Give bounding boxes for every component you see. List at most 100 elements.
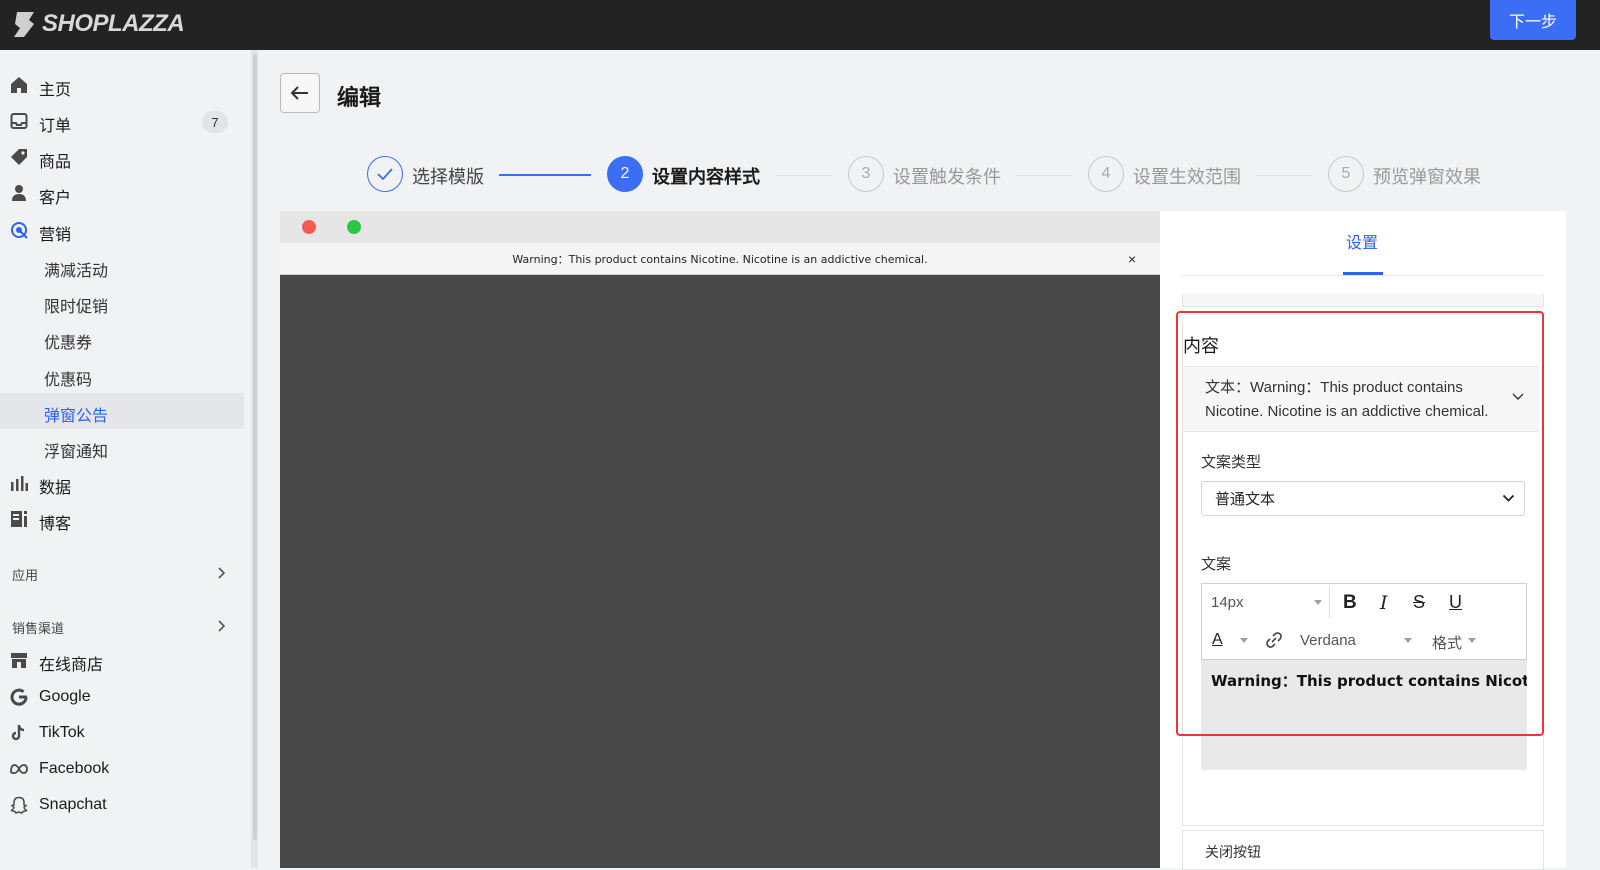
sidebar-channel-google[interactable]: Google	[0, 679, 244, 715]
section-sales-channels[interactable]: 销售渠道	[12, 618, 64, 637]
format-select[interactable]: 格式	[1432, 632, 1462, 653]
sidebar-sub-item-popup[interactable]: 弹窗公告	[0, 393, 244, 429]
italic-button[interactable]: I	[1380, 592, 1388, 614]
sidebar-item-label: 主页	[39, 82, 72, 99]
close-button-section-label[interactable]: 关闭按钮	[1205, 842, 1261, 862]
step-4-label[interactable]: 设置生效范围	[1133, 163, 1241, 189]
snapchat-icon	[10, 796, 28, 814]
sidebar-sub-item[interactable]: 优惠码	[0, 357, 244, 393]
sidebar-item-label: 商品	[39, 154, 72, 171]
sidebar-sub-item[interactable]: 满减活动	[0, 248, 244, 284]
editor-content-text[interactable]: Warning：This product contains Nicotine. …	[1211, 670, 1527, 691]
step-5-circle[interactable]: 5	[1328, 156, 1364, 192]
page-title: 编辑	[337, 85, 382, 110]
preview-announcement-banner: Warning：This product contains Nicotine. …	[280, 243, 1160, 275]
copy-label: 文案	[1201, 556, 1232, 573]
orders-count-badge: 7	[202, 111, 228, 133]
underline-button[interactable]: U	[1449, 592, 1462, 613]
editor-content-area[interactable]: Warning：This product contains Nicotine. …	[1201, 659, 1527, 770]
strikethrough-button[interactable]: S	[1413, 592, 1425, 613]
window-maximize-dot	[347, 220, 361, 234]
sidebar-item-marketing[interactable]: 营销	[0, 212, 244, 248]
caret-down-icon[interactable]	[1240, 638, 1248, 643]
preview-window-titlebar	[280, 211, 1160, 243]
caret-down-icon[interactable]	[1404, 638, 1412, 643]
chevron-down-icon[interactable]	[1502, 494, 1515, 503]
sidebar-sub-label: 弹窗公告	[44, 408, 109, 425]
popup-preview-window: Warning：This product contains Nicotine. …	[280, 211, 1160, 868]
meta-icon	[10, 764, 28, 774]
next-step-button[interactable]: 下一步	[1490, 0, 1576, 40]
caret-down-icon[interactable]	[1468, 638, 1476, 643]
chevron-down-icon[interactable]	[1512, 392, 1524, 402]
copy-type-select[interactable]: 普通文本	[1201, 481, 1525, 516]
window-close-dot	[302, 220, 316, 234]
tiktok-icon	[11, 725, 25, 741]
bar-chart-icon	[11, 476, 28, 491]
sidebar-item-label: TikTok	[39, 724, 85, 741]
sidebar-item-customers[interactable]: 客户	[0, 175, 244, 211]
sidebar-item-analytics[interactable]: 数据	[0, 465, 244, 501]
sidebar-channel-facebook[interactable]: Facebook	[0, 751, 244, 787]
font-color-button[interactable]: A	[1212, 631, 1223, 649]
copy-type-label: 文案类型	[1201, 454, 1262, 471]
font-family-select[interactable]: Verdana	[1300, 632, 1356, 649]
step-connector	[499, 174, 591, 176]
google-icon	[10, 688, 28, 706]
shoplazza-logo[interactable]: SHOPLAZZA	[12, 6, 185, 42]
check-icon	[377, 168, 393, 181]
sidebar-item-label: 数据	[39, 480, 72, 497]
sidebar-item-blog[interactable]: 博客	[0, 501, 244, 537]
sidebar-item-label: 营销	[39, 227, 72, 244]
person-icon	[12, 185, 26, 201]
step-2-circle[interactable]: 2	[607, 156, 643, 192]
step-connector	[1016, 175, 1072, 176]
sidebar-channel-online-store[interactable]: 在线商店	[0, 642, 244, 678]
home-icon	[11, 77, 27, 93]
blog-icon	[11, 511, 27, 527]
sidebar-item-label: 客户	[39, 190, 72, 207]
section-apps[interactable]: 应用	[12, 565, 38, 584]
chevron-right-icon[interactable]	[216, 566, 226, 580]
caret-down-icon[interactable]	[1314, 600, 1322, 605]
arrow-left-icon	[290, 86, 308, 100]
link-icon[interactable]	[1265, 631, 1283, 649]
bold-button[interactable]: B	[1343, 592, 1357, 614]
sidebar-item-label: 订单	[39, 118, 72, 135]
step-3-circle[interactable]: 3	[848, 156, 884, 192]
content-section-title: 内容	[1183, 336, 1219, 356]
sidebar-item-home[interactable]: 主页	[0, 67, 244, 103]
top-bar: SHOPLAZZA 下一步	[0, 0, 1600, 50]
chevron-right-icon[interactable]	[216, 619, 226, 633]
sidebar-sub-label: 满减活动	[44, 263, 109, 280]
banner-close-icon[interactable]: ×	[1128, 251, 1136, 267]
sidebar-scrollbar[interactable]	[252, 50, 258, 868]
font-size-select[interactable]: 14px	[1211, 594, 1244, 611]
sidebar-item-products[interactable]: 商品	[0, 139, 244, 175]
step-4-circle[interactable]: 4	[1088, 156, 1124, 192]
sidebar-sub-label: 优惠券	[44, 335, 93, 352]
sidebar-channel-tiktok[interactable]: TikTok	[0, 715, 244, 751]
toolbar-separator	[1329, 586, 1330, 618]
sidebar-channel-snapchat[interactable]: Snapchat	[0, 787, 244, 823]
collapsed-section-bottom	[1182, 294, 1544, 307]
step-3-label[interactable]: 设置触发条件	[893, 163, 1001, 189]
step-connector	[1256, 175, 1312, 176]
step-2-label[interactable]: 设置内容样式	[652, 163, 760, 189]
sidebar-sub-item[interactable]: 优惠券	[0, 320, 244, 356]
back-button[interactable]	[280, 73, 320, 113]
text-item-summary[interactable]: 文本：Warning：This product contains Nicotin…	[1205, 376, 1513, 424]
page-edge	[1566, 211, 1600, 868]
step-1-label[interactable]: 选择模版	[412, 163, 484, 189]
sidebar-sub-item[interactable]: 限时促销	[0, 284, 244, 320]
step-1-circle[interactable]	[367, 156, 403, 192]
tab-settings[interactable]: 设置	[1346, 229, 1378, 253]
sidebar-item-label: Google	[39, 688, 91, 705]
sidebar-sub-item[interactable]: 浮窗通知	[0, 429, 244, 465]
sidebar-sub-label: 浮窗通知	[44, 444, 109, 461]
tab-divider	[1182, 275, 1544, 276]
store-icon	[11, 653, 27, 668]
sidebar-scrollbar-thumb[interactable]	[253, 54, 257, 840]
sidebar-sub-label: 限时促销	[44, 299, 109, 316]
step-5-label[interactable]: 预览弹窗效果	[1373, 163, 1481, 189]
